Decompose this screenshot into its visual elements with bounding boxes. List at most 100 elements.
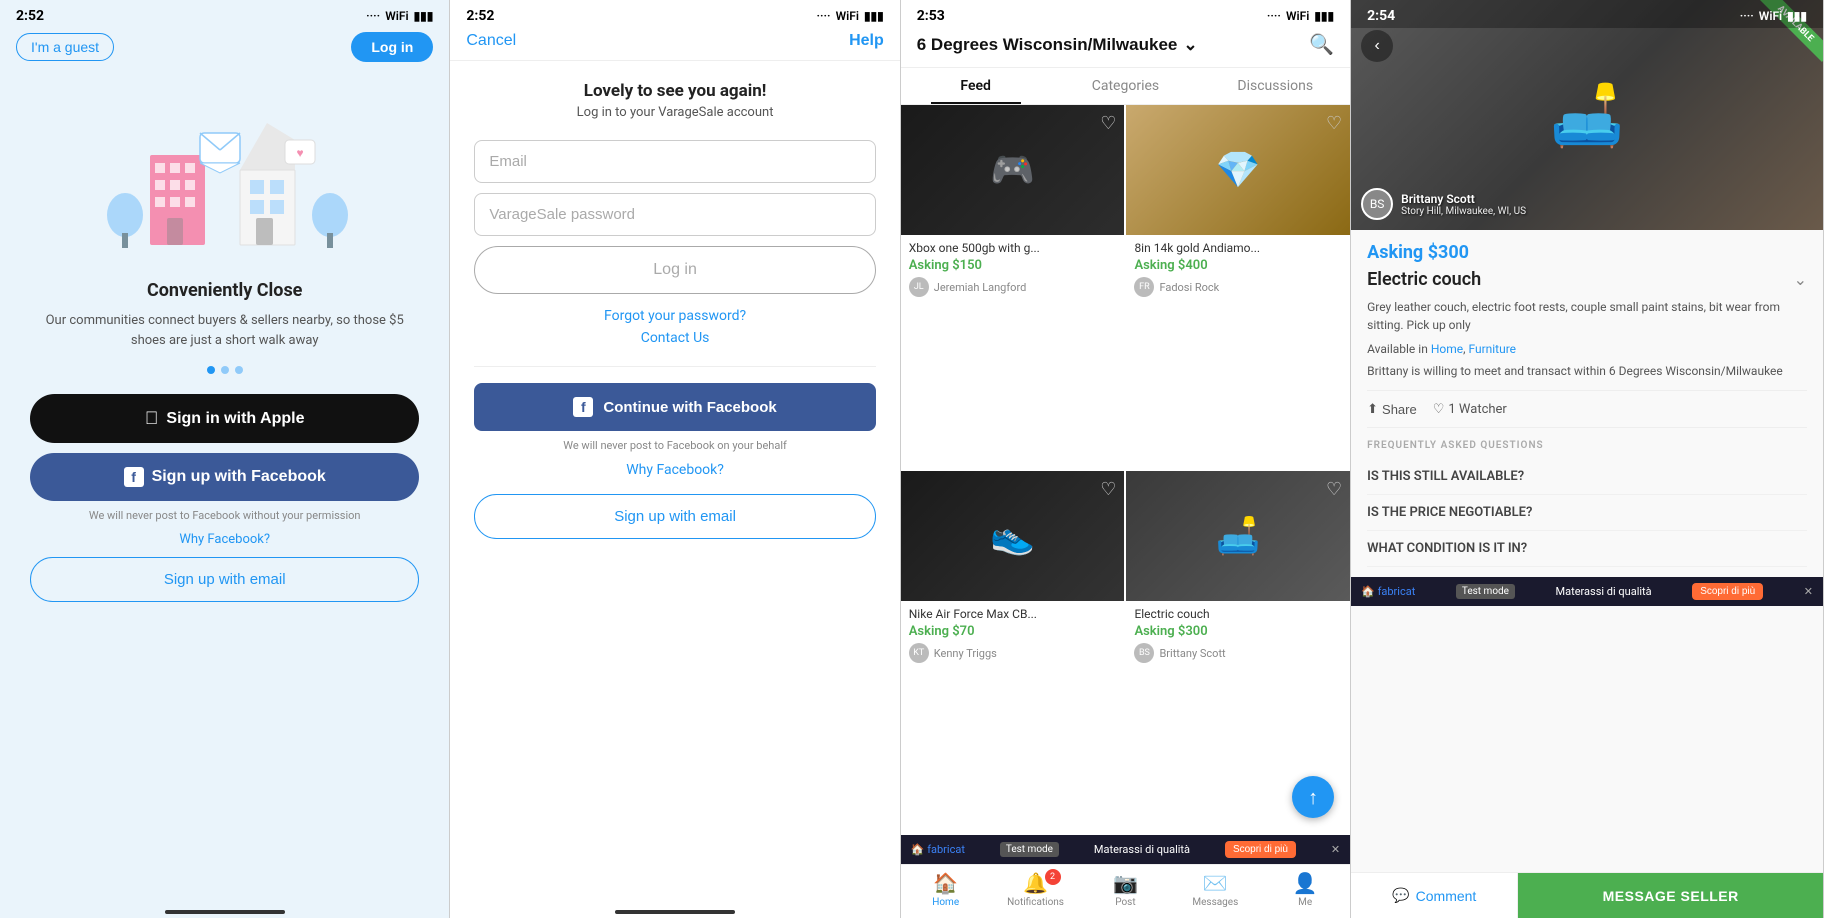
tab-discussions[interactable]: Discussions	[1200, 68, 1350, 104]
feed-item-shoe[interactable]: 👟 ♡ Nike Air Force Max CB... Asking $70 …	[901, 471, 1125, 835]
feed-item-image-shoe: 👟 ♡	[901, 471, 1125, 601]
ad-tagline-3: Materassi di qualità	[1094, 843, 1190, 856]
heart-icon-4[interactable]: ♡	[1326, 479, 1342, 500]
comment-button[interactable]: 💬 Comment	[1351, 873, 1518, 918]
login-action-button[interactable]: Log in	[474, 246, 875, 294]
welcome-content: Conveniently Close Our communities conne…	[0, 270, 449, 904]
time-4: 2:54	[1367, 8, 1395, 24]
dot-3	[235, 366, 243, 374]
tab-categories[interactable]: Categories	[1051, 68, 1201, 104]
seller-avatar-jewelry: FR	[1134, 277, 1154, 297]
seller-avatar-shoe: KT	[909, 643, 929, 663]
feed-item-info-shoe: Nike Air Force Max CB... Asking $70 KT K…	[901, 601, 1125, 671]
watcher-info: ♡ 1 Watcher	[1433, 402, 1507, 417]
category-home-link[interactable]: Home	[1431, 342, 1463, 356]
welcome-header: I'm a guest Log in	[0, 28, 449, 70]
faq-item-condition[interactable]: WHAT CONDITION IS IT IN?	[1367, 531, 1807, 567]
battery-icon-4: ▮▮▮	[1787, 9, 1807, 23]
message-seller-button[interactable]: MESSAGE SELLER	[1518, 873, 1823, 918]
feed-item-info-couch: Electric couch Asking $300 BS Brittany S…	[1126, 601, 1350, 671]
why-facebook-link-2[interactable]: Why Facebook?	[474, 462, 875, 478]
faq-item-available[interactable]: IS THIS STILL AVAILABLE?	[1367, 459, 1807, 495]
login-subtitle: Log in to your VarageSale account	[474, 105, 875, 120]
email-input[interactable]	[474, 140, 875, 183]
help-button[interactable]: Help	[849, 32, 884, 50]
dot-1	[207, 366, 215, 374]
heart-icon-1[interactable]: ♡	[1100, 113, 1116, 134]
feed-item-info-jewelry: 8in 14k gold Andiamo... Asking $400 FR F…	[1126, 235, 1350, 305]
heart-icon-2[interactable]: ♡	[1326, 113, 1342, 134]
profile-icon: 👤	[1293, 871, 1318, 895]
nav-home[interactable]: 🏠 Home	[901, 871, 991, 908]
back-button[interactable]: ‹	[1361, 30, 1393, 62]
messages-icon: ✉️	[1203, 871, 1228, 895]
feed-item-title-shoe: Nike Air Force Max CB...	[909, 607, 1117, 621]
nav-notifications[interactable]: 2 🔔 Notifications	[991, 871, 1081, 908]
item-detail-content: Asking $300 Electric couch ⌄ Grey leathe…	[1351, 230, 1823, 872]
nav-post-label: Post	[1115, 897, 1135, 908]
tab-feed[interactable]: Feed	[901, 68, 1051, 104]
feed-item-jewelry[interactable]: 💎 ♡ 8in 14k gold Andiamo... Asking $400 …	[1126, 105, 1350, 469]
contact-us-link[interactable]: Contact Us	[474, 330, 875, 346]
item-image-container: 🛋️ ‹ BS Brittany Scott Story Hill, Milwa…	[1351, 0, 1823, 230]
cancel-button[interactable]: Cancel	[466, 32, 516, 50]
signal-icon-4: ····	[1740, 9, 1754, 23]
item-name: Electric couch	[1367, 269, 1481, 290]
time-1: 2:52	[16, 8, 44, 24]
wifi-icon-4: WiFi	[1759, 9, 1782, 23]
dot-2	[221, 366, 229, 374]
sign-up-email-button[interactable]: Sign up with email	[30, 557, 419, 602]
faq-item-negotiable[interactable]: IS THE PRICE NEGOTIABLE?	[1367, 495, 1807, 531]
sign-up-email-button-2[interactable]: Sign up with email	[474, 494, 875, 539]
seller-name-detail: Brittany Scott	[1401, 192, 1526, 206]
ad-cta-4[interactable]: Scopri di più	[1692, 583, 1763, 600]
feed-item-seller-couch: BS Brittany Scott	[1134, 643, 1342, 663]
nav-me-label: Me	[1298, 897, 1312, 908]
status-icons-1: ···· WiFi ▮▮▮	[366, 9, 433, 23]
facebook-icon: f	[124, 467, 144, 487]
share-icon: ⬆	[1367, 401, 1378, 417]
ad-cta-3[interactable]: Scopri di più	[1225, 841, 1296, 858]
sign-in-apple-button[interactable]:  Sign in with Apple	[30, 394, 419, 443]
home-indicator-2	[615, 910, 735, 914]
guest-button[interactable]: I'm a guest	[16, 33, 114, 61]
location-button[interactable]: 6 Degrees Wisconsin/Milwaukee ⌄	[917, 35, 1198, 55]
ad-close-4[interactable]: ✕	[1804, 585, 1813, 598]
category-furniture-link[interactable]: Furniture	[1468, 342, 1516, 356]
sign-up-facebook-button[interactable]: f Sign up with Facebook	[30, 453, 419, 501]
item-categories: Available in Home, Furniture	[1367, 342, 1807, 356]
forgot-password-link[interactable]: Forgot your password?	[474, 308, 875, 324]
search-button[interactable]: 🔍	[1309, 32, 1334, 57]
password-input[interactable]	[474, 193, 875, 236]
status-bar-2: 2:52 ···· WiFi ▮▮▮	[450, 0, 899, 28]
login-content: Lovely to see you again! Log in to your …	[450, 61, 899, 904]
heart-icon-3[interactable]: ♡	[1100, 479, 1116, 500]
seller-avatar-detail: BS	[1361, 188, 1393, 220]
item-bottom-actions: 💬 Comment MESSAGE SELLER	[1351, 872, 1823, 918]
nav-messages[interactable]: ✉️ Messages	[1170, 871, 1260, 908]
status-icons-2: ···· WiFi ▮▮▮	[817, 9, 884, 23]
nav-post[interactable]: 📷 Post	[1081, 871, 1171, 908]
carousel-dots	[30, 366, 419, 374]
why-facebook-link[interactable]: Why Facebook?	[30, 532, 419, 547]
share-button[interactable]: ⬆ Share	[1367, 401, 1417, 417]
nav-me[interactable]: 👤 Me	[1260, 871, 1350, 908]
signal-icon-3: ····	[1267, 9, 1281, 23]
battery-icon: ▮▮▮	[414, 9, 434, 23]
seller-name-xbox: Jeremiah Langford	[934, 281, 1027, 294]
facebook-icon-2: f	[573, 397, 593, 417]
screen-feed: 2:53 ···· WiFi ▮▮▮ 6 Degrees Wisconsin/M…	[901, 0, 1351, 918]
feed-item-xbox[interactable]: 🎮 ♡ Xbox one 500gb with g... Asking $150…	[901, 105, 1125, 469]
ad-banner-4: 🏠 fabricat Test mode Materassi di qualit…	[1351, 577, 1823, 606]
continue-facebook-button[interactable]: f Continue with Facebook	[474, 383, 875, 431]
ad-close-3[interactable]: ✕	[1331, 843, 1340, 856]
feed-item-image-couch: 🛋️ ♡	[1126, 471, 1350, 601]
post-upload-button[interactable]: ↑	[1292, 776, 1334, 818]
login-button[interactable]: Log in	[351, 32, 433, 62]
ad-tagline-4: Materassi di qualità	[1556, 585, 1652, 598]
location-text: 6 Degrees Wisconsin/Milwaukee	[917, 35, 1178, 55]
faq-section: FREQUENTLY ASKED QUESTIONS IS THIS STILL…	[1367, 440, 1807, 567]
chevron-down-icon[interactable]: ⌄	[1794, 270, 1807, 289]
battery-icon-3: ▮▮▮	[1314, 9, 1334, 23]
status-icons-3: ···· WiFi ▮▮▮	[1267, 9, 1334, 23]
